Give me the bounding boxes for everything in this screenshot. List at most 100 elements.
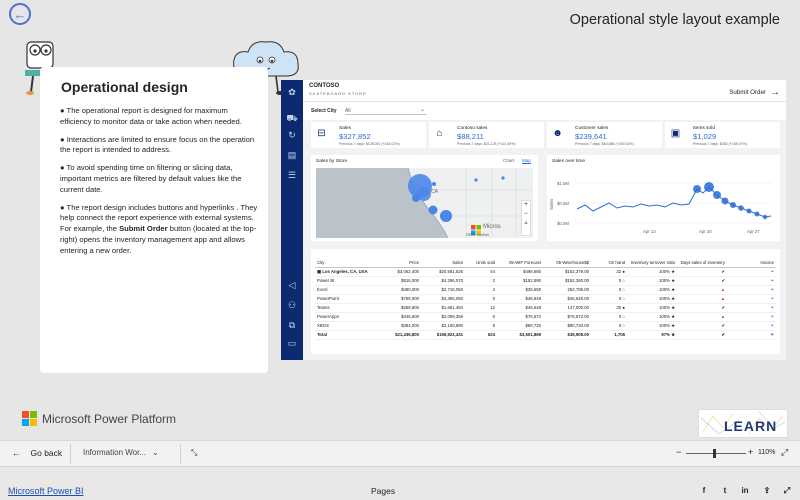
select-city-dropdown[interactable]: All ⌄ — [345, 106, 427, 115]
column-header[interactable]: Invoice — [727, 253, 776, 268]
linkedin-icon[interactable]: in — [740, 486, 750, 496]
document-icon[interactable]: ▭ — [286, 338, 298, 348]
table-row[interactable]: Teams $268,800 $1,681,484 12 $46,648 147,000.… — [315, 303, 776, 313]
back-arrow-icon[interactable]: ← — [9, 3, 31, 25]
cell-price: $3,062,400 — [377, 267, 421, 277]
report-canvas: ← Operational style layout example Opera… — [0, 0, 800, 440]
map-compass-icon[interactable]: ▵ — [522, 219, 530, 228]
cell-forecast: $35,650 — [497, 285, 543, 295]
table-row[interactable]: PowerPoint $768,000 $4,395,050 0 $46,648 $46,… — [315, 294, 776, 304]
map-area[interactable]: CA + − ▵ Micros ©2024 TomTom — [316, 168, 533, 238]
cell-invoice[interactable]: ⚭ — [727, 330, 776, 340]
link-icon[interactable]: ⚭ — [770, 323, 774, 328]
cell-invoice[interactable]: ⚭ — [727, 267, 776, 277]
link-icon[interactable]: ⚭ — [770, 332, 774, 337]
link-icon[interactable]: ⚭ — [770, 314, 774, 319]
cell-warehouse: $36,908.00 — [543, 330, 591, 340]
power-bi-link[interactable]: Microsoft Power BI — [8, 486, 84, 496]
page-selector[interactable]: Information Wor... ⌄ — [83, 448, 159, 457]
column-header[interactable]: 05-WIF Forecast — [497, 253, 543, 268]
table-row[interactable]: ▣ Los Angeles, CA, USA $3,062,400 $20,581,… — [315, 267, 776, 277]
kpi-card-contoso-sales: ⌂ Contoso sales $88,211 Previous 7 days:… — [429, 122, 544, 148]
kpi-card-customer-sales: ☻ Customer sales $239,641 Previous 7 day… — [547, 122, 662, 148]
people-icon[interactable]: ⚇ — [286, 300, 298, 310]
cell-invoice[interactable]: ⚭ — [727, 321, 776, 331]
link-icon[interactable]: ⚭ — [770, 305, 774, 310]
state-label-ca: CA — [431, 189, 438, 195]
collapse-icon[interactable]: ⤡ — [191, 448, 197, 458]
arrow-right-icon: → — [770, 87, 780, 98]
share-icon[interactable]: ⇪ — [762, 486, 772, 496]
link-icon[interactable]: ⚭ — [770, 278, 774, 283]
megaphone-icon[interactable]: ◁ — [286, 280, 298, 290]
submit-order-label: Submit Order — [729, 89, 766, 96]
zoom-out-button[interactable]: − — [676, 447, 681, 457]
cell-invoice[interactable]: ⚭ — [727, 294, 776, 304]
twitter-icon[interactable]: t — [720, 486, 730, 496]
column-header[interactable]: Inventory turnover ratio — [627, 253, 677, 268]
cell-units: 2 — [465, 276, 497, 286]
fullscreen-icon[interactable]: ⤢ — [782, 486, 792, 496]
link-icon[interactable]: ⚭ — [770, 269, 774, 274]
warning-icon: ▲ — [720, 314, 725, 319]
check-circle-icon: ✔ — [721, 268, 725, 274]
link-icon[interactable]: ⚭ — [770, 296, 774, 301]
cell-onhand: 0 ○ — [591, 294, 627, 304]
cell-price: $268,800 — [377, 303, 421, 313]
network-icon[interactable]: ⧉ — [286, 320, 298, 330]
cart-icon[interactable]: ⛟ — [286, 113, 298, 123]
cell-invoice[interactable]: ⚭ — [727, 303, 776, 313]
page-selector-value: Information Wor... — [83, 448, 146, 457]
list-icon[interactable]: ☰ — [286, 170, 298, 180]
cell-invoice[interactable]: ⚭ — [727, 312, 776, 322]
empty-circle-icon: ○ — [621, 296, 625, 301]
tab-map[interactable]: Map — [522, 158, 531, 163]
go-back-button[interactable]: ← Go back — [12, 448, 62, 458]
microsoft-logo-icon — [22, 411, 37, 426]
table-row[interactable]: XBOX $384,000 $2,100,890 8 $80,720 $80,720.00… — [315, 321, 776, 331]
empty-circle-icon: ○ — [621, 314, 625, 319]
column-header[interactable]: City — [315, 253, 377, 268]
submit-order-button[interactable]: Submit Order → — [729, 87, 780, 98]
table-row[interactable]: Power BI $816,000 $4,296,070 2 $152,590 $152,… — [315, 276, 776, 286]
cell-city: Power BI — [315, 276, 377, 286]
column-header[interactable]: Units sold — [465, 253, 497, 268]
map-zoom-controls[interactable]: + − ▵ — [521, 200, 531, 236]
facebook-icon[interactable]: f — [699, 486, 709, 496]
check-circle-icon: ✔ — [721, 331, 725, 337]
fit-to-page-icon[interactable]: ⤢ — [781, 447, 788, 458]
cell-price: $21,436,800 — [377, 330, 421, 340]
ratio-value: 100% — [658, 268, 670, 274]
empty-circle-icon: ○ — [621, 323, 625, 328]
cell-dsi: ▲ — [677, 294, 727, 304]
cash-register-icon: ⊟ — [317, 128, 326, 139]
column-header[interactable]: On hand — [591, 253, 627, 268]
column-header[interactable]: Sales — [421, 253, 465, 268]
cell-dsi: ✔ — [677, 321, 727, 331]
column-header[interactable]: Days sales of inventory — [677, 253, 727, 268]
map-zoom-in-icon[interactable]: + — [522, 201, 530, 210]
tab-chart[interactable]: Chart — [503, 158, 514, 163]
zoom-in-button[interactable]: + — [748, 447, 753, 457]
table-total-row[interactable]: Total $21,436,800 $156,922,431 624 $3,601,86… — [315, 330, 776, 340]
link-icon[interactable]: ⚭ — [770, 287, 774, 292]
filter-row: Select City All ⌄ — [303, 102, 786, 120]
table-row[interactable]: PowerApps $345,600 $2,099,356 0 $76,572 $76,5… — [315, 312, 776, 322]
zoom-slider-thumb[interactable] — [713, 449, 717, 458]
chevron-down-icon: ⌄ — [152, 448, 159, 457]
onhand-value: 1,706 — [614, 332, 625, 337]
cell-invoice[interactable]: ⚭ — [727, 285, 776, 295]
ratio-value: 100% — [658, 304, 670, 310]
box-icon[interactable]: ▤ — [286, 150, 298, 160]
column-header[interactable]: Price — [377, 253, 421, 268]
cell-sales: $1,681,484 — [421, 303, 465, 313]
cell-units: 44 — [465, 267, 497, 277]
map-zoom-out-icon[interactable]: − — [522, 210, 530, 219]
map-credit: ©2024 TomTom — [466, 233, 490, 237]
column-header[interactable]: 05-Warehouse$$ — [543, 253, 591, 268]
table-row[interactable]: Excel $480,000 $2,715,050 2 $35,650 252,795.0… — [315, 285, 776, 295]
cell-invoice[interactable]: ⚭ — [727, 276, 776, 286]
sales-over-time-card: Sales over time Sales $1.0M $0.5M $0.0M — [547, 155, 780, 241]
refresh-icon[interactable]: ↻ — [286, 130, 298, 140]
embedded-report: ✿ ⛟ ↻ ▤ ☰ ◁ ⚇ ⧉ ▭ CONTOSO SKATEBOARD STO… — [281, 80, 786, 360]
